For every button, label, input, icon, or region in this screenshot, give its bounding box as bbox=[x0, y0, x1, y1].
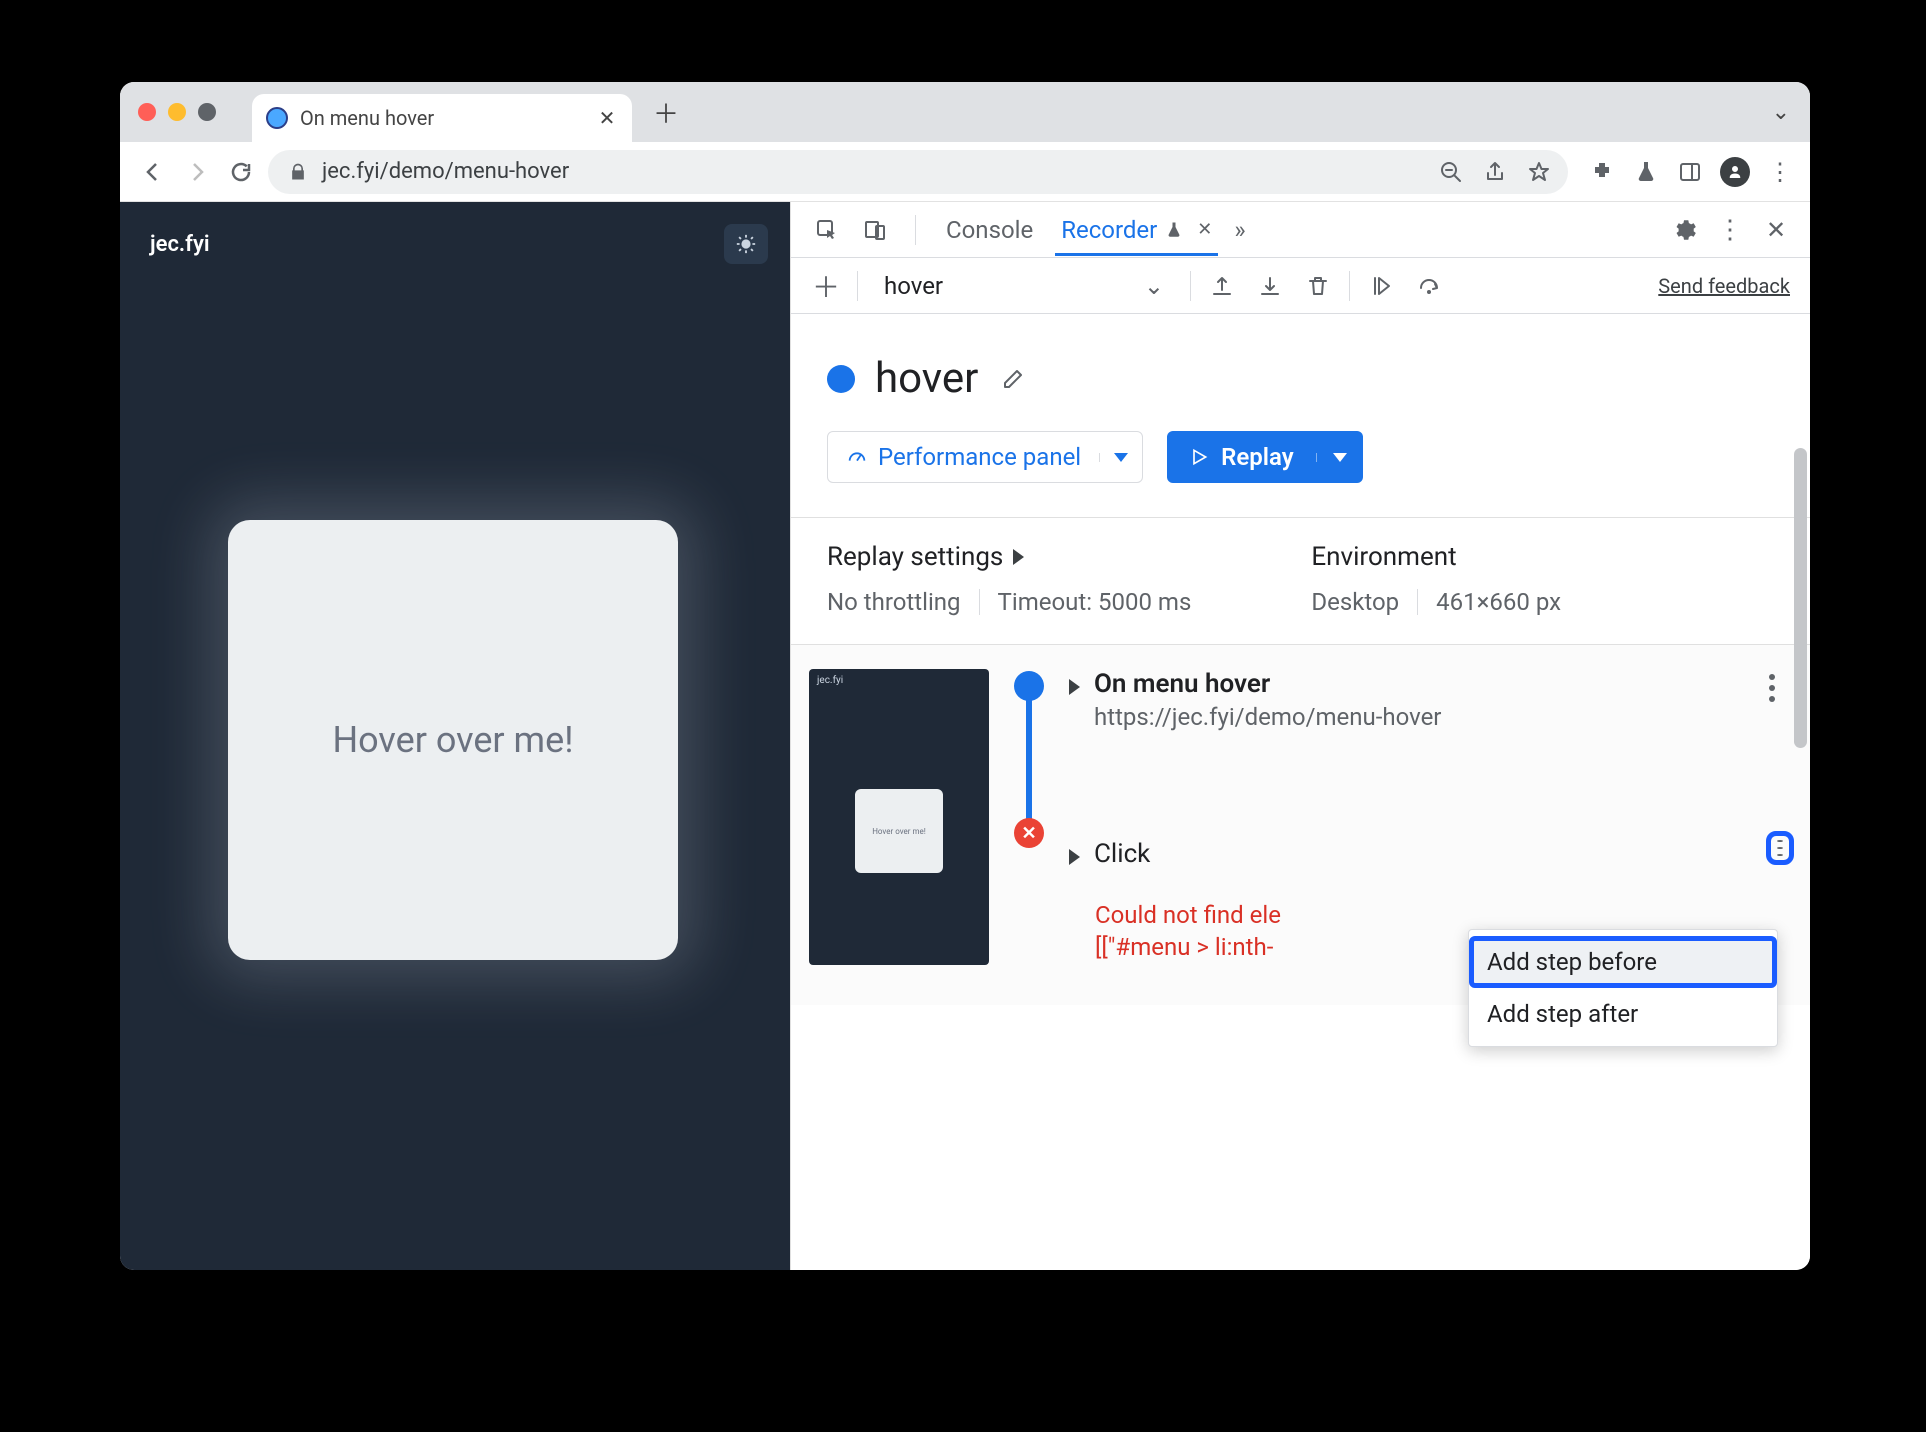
window-chevron-icon[interactable]: ⌄ bbox=[1772, 100, 1790, 125]
throttling-value: No throttling bbox=[827, 588, 961, 616]
url-text: jec.fyi/demo/menu-hover bbox=[322, 159, 569, 184]
recording-select[interactable]: hover ⌄ bbox=[874, 266, 1174, 306]
step-menu-button[interactable] bbox=[1766, 831, 1794, 865]
recording-name: hover bbox=[875, 354, 978, 403]
import-icon[interactable] bbox=[1255, 271, 1285, 301]
hover-card-text: Hover over me! bbox=[332, 719, 573, 761]
timeout-value: Timeout: 5000 ms bbox=[998, 588, 1192, 616]
page-brand: jec.fyi bbox=[150, 232, 210, 257]
close-window-dot[interactable] bbox=[138, 103, 156, 121]
tab-close-button[interactable]: ✕ bbox=[596, 107, 618, 129]
step-forward-icon[interactable] bbox=[1366, 271, 1396, 301]
environment-heading: Environment bbox=[1311, 542, 1561, 572]
action-button-row: Performance panel Replay bbox=[791, 423, 1810, 517]
play-icon bbox=[1189, 447, 1209, 467]
device-toggle-icon[interactable] bbox=[859, 214, 891, 246]
gauge-icon bbox=[846, 446, 868, 468]
recorder-toolbar: ＋ hover ⌄ bbox=[791, 258, 1810, 314]
extensions-icon[interactable] bbox=[1588, 158, 1616, 186]
delete-icon[interactable] bbox=[1303, 271, 1333, 301]
step-click[interactable]: Click bbox=[1069, 833, 1792, 875]
lock-icon bbox=[288, 162, 308, 182]
send-feedback-link[interactable]: Send feedback bbox=[1658, 274, 1790, 298]
chevron-down-icon: ⌄ bbox=[1144, 272, 1164, 300]
chevron-down-icon bbox=[1114, 453, 1128, 462]
new-recording-button[interactable]: ＋ bbox=[811, 266, 841, 306]
step-navigate[interactable]: On menu hover https://jec.fyi/demo/menu-… bbox=[1069, 663, 1792, 737]
browser-menu-icon[interactable]: ⋮ bbox=[1766, 158, 1794, 186]
maximize-window-dot[interactable] bbox=[198, 103, 216, 121]
tab-strip: On menu hover ✕ ＋ ⌄ bbox=[120, 82, 1810, 142]
caret-right-icon bbox=[1069, 679, 1080, 695]
steps-section: jec.fyi Hover over me! ✕ bbox=[791, 644, 1810, 1005]
performance-dropdown-button[interactable] bbox=[1099, 453, 1142, 462]
devtools-tab-bar: Console Recorder ✕ » ⋮ ✕ bbox=[791, 202, 1810, 258]
viewport-value: 461×660 px bbox=[1436, 588, 1561, 616]
devtools-menu-icon[interactable]: ⋮ bbox=[1716, 216, 1744, 244]
caret-right-icon bbox=[1069, 849, 1080, 865]
step-thumbnail: jec.fyi Hover over me! bbox=[809, 669, 989, 965]
tab-console[interactable]: Console bbox=[940, 204, 1039, 256]
replay-button[interactable]: Replay bbox=[1167, 431, 1363, 483]
menu-add-step-after[interactable]: Add step after bbox=[1469, 988, 1777, 1040]
window-traffic-lights bbox=[138, 103, 216, 121]
reload-button[interactable] bbox=[224, 155, 258, 189]
content-area: jec.fyi Hover over me! bbox=[120, 202, 1810, 1270]
timeline-dot-success-icon bbox=[1014, 671, 1044, 701]
zoom-out-icon[interactable] bbox=[1438, 159, 1464, 185]
tab-recorder[interactable]: Recorder ✕ bbox=[1055, 204, 1218, 256]
browser-toolbar: jec.fyi/demo/menu-hover bbox=[120, 142, 1810, 202]
timeline-dot-error-icon: ✕ bbox=[1014, 818, 1044, 848]
device-value: Desktop bbox=[1311, 588, 1399, 616]
step-timeline: ✕ bbox=[1011, 663, 1047, 965]
performance-panel-button[interactable]: Performance panel bbox=[827, 431, 1143, 483]
new-tab-button[interactable]: ＋ bbox=[646, 92, 686, 132]
recording-dot-icon bbox=[827, 365, 855, 393]
flask-icon bbox=[1165, 221, 1183, 239]
browser-tab[interactable]: On menu hover ✕ bbox=[252, 94, 632, 142]
edit-name-button[interactable] bbox=[998, 364, 1028, 394]
replay-dropdown-button[interactable] bbox=[1316, 453, 1363, 462]
chevron-down-icon bbox=[1333, 453, 1347, 462]
browser-window: On menu hover ✕ ＋ ⌄ jec.fyi/demo/menu-ho… bbox=[120, 82, 1810, 1270]
more-tabs-icon[interactable]: » bbox=[1234, 216, 1245, 244]
rendered-page: jec.fyi Hover over me! bbox=[120, 202, 790, 1270]
recorder-body: hover Performance panel bbox=[791, 314, 1810, 1270]
settings-section: Replay settings No throttling Timeout: 5… bbox=[791, 517, 1810, 644]
back-button[interactable] bbox=[136, 155, 170, 189]
tab-title: On menu hover bbox=[300, 106, 584, 130]
devtools-close-icon[interactable]: ✕ bbox=[1762, 216, 1790, 244]
theme-toggle-button[interactable] bbox=[724, 224, 768, 264]
step-over-icon[interactable] bbox=[1414, 271, 1444, 301]
bookmark-star-icon[interactable] bbox=[1526, 159, 1552, 185]
menu-add-step-before[interactable]: Add step before bbox=[1469, 936, 1777, 988]
recording-title-row: hover bbox=[791, 314, 1810, 423]
devtools-panel: Console Recorder ✕ » ⋮ ✕ bbox=[790, 202, 1810, 1270]
scrollbar-thumb[interactable] bbox=[1794, 448, 1807, 748]
forward-button[interactable] bbox=[180, 155, 214, 189]
sidepanel-icon[interactable] bbox=[1676, 158, 1704, 186]
caret-right-icon bbox=[1013, 549, 1024, 565]
step-context-menu: Add step before Add step after bbox=[1468, 929, 1778, 1047]
export-icon[interactable] bbox=[1207, 271, 1237, 301]
tab-favicon bbox=[266, 107, 288, 129]
settings-gear-icon[interactable] bbox=[1670, 216, 1698, 244]
close-tab-icon[interactable]: ✕ bbox=[1197, 219, 1212, 240]
labs-icon[interactable] bbox=[1632, 158, 1660, 186]
replay-settings-heading[interactable]: Replay settings bbox=[827, 542, 1191, 572]
hover-card[interactable]: Hover over me! bbox=[228, 520, 678, 960]
minimize-window-dot[interactable] bbox=[168, 103, 186, 121]
address-bar[interactable]: jec.fyi/demo/menu-hover bbox=[268, 150, 1568, 194]
inspect-element-icon[interactable] bbox=[811, 214, 843, 246]
share-icon[interactable] bbox=[1482, 159, 1508, 185]
step-menu-button[interactable] bbox=[1758, 671, 1786, 705]
profile-avatar[interactable] bbox=[1720, 157, 1750, 187]
